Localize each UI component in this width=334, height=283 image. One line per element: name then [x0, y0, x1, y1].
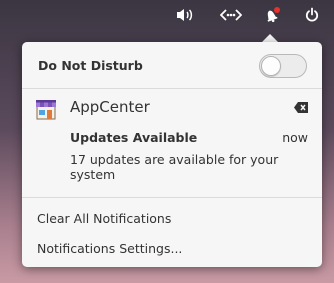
power-icon — [305, 7, 319, 22]
clear-all-notifications-button[interactable]: Clear All Notifications — [37, 211, 171, 226]
do-not-disturb-toggle[interactable] — [259, 54, 307, 78]
power-indicator[interactable] — [301, 5, 323, 25]
volume-indicator[interactable] — [174, 5, 196, 25]
do-not-disturb-label: Do Not Disturb — [38, 58, 143, 73]
notification-badge — [274, 7, 280, 13]
notification-title: Updates Available — [70, 130, 198, 145]
network-indicator[interactable] — [220, 5, 242, 25]
notifications-popover: Do Not Disturb AppCenter Updates Availab… — [22, 42, 322, 267]
dismiss-notification-icon[interactable] — [294, 102, 308, 113]
notifications-indicator[interactable] — [260, 5, 282, 25]
toggle-knob — [261, 56, 281, 76]
appcenter-icon — [36, 100, 56, 120]
top-panel — [0, 0, 334, 30]
divider — [22, 88, 322, 89]
notification-body: 17 updates are available for your system — [70, 152, 279, 182]
volume-icon — [177, 9, 193, 21]
notification-app-name: AppCenter — [70, 98, 150, 116]
notification-time: now — [282, 130, 308, 145]
divider — [22, 197, 322, 198]
network-icon — [220, 9, 242, 21]
notifications-settings-button[interactable]: Notifications Settings... — [37, 241, 182, 256]
do-not-disturb-row: Do Not Disturb — [22, 42, 322, 88]
